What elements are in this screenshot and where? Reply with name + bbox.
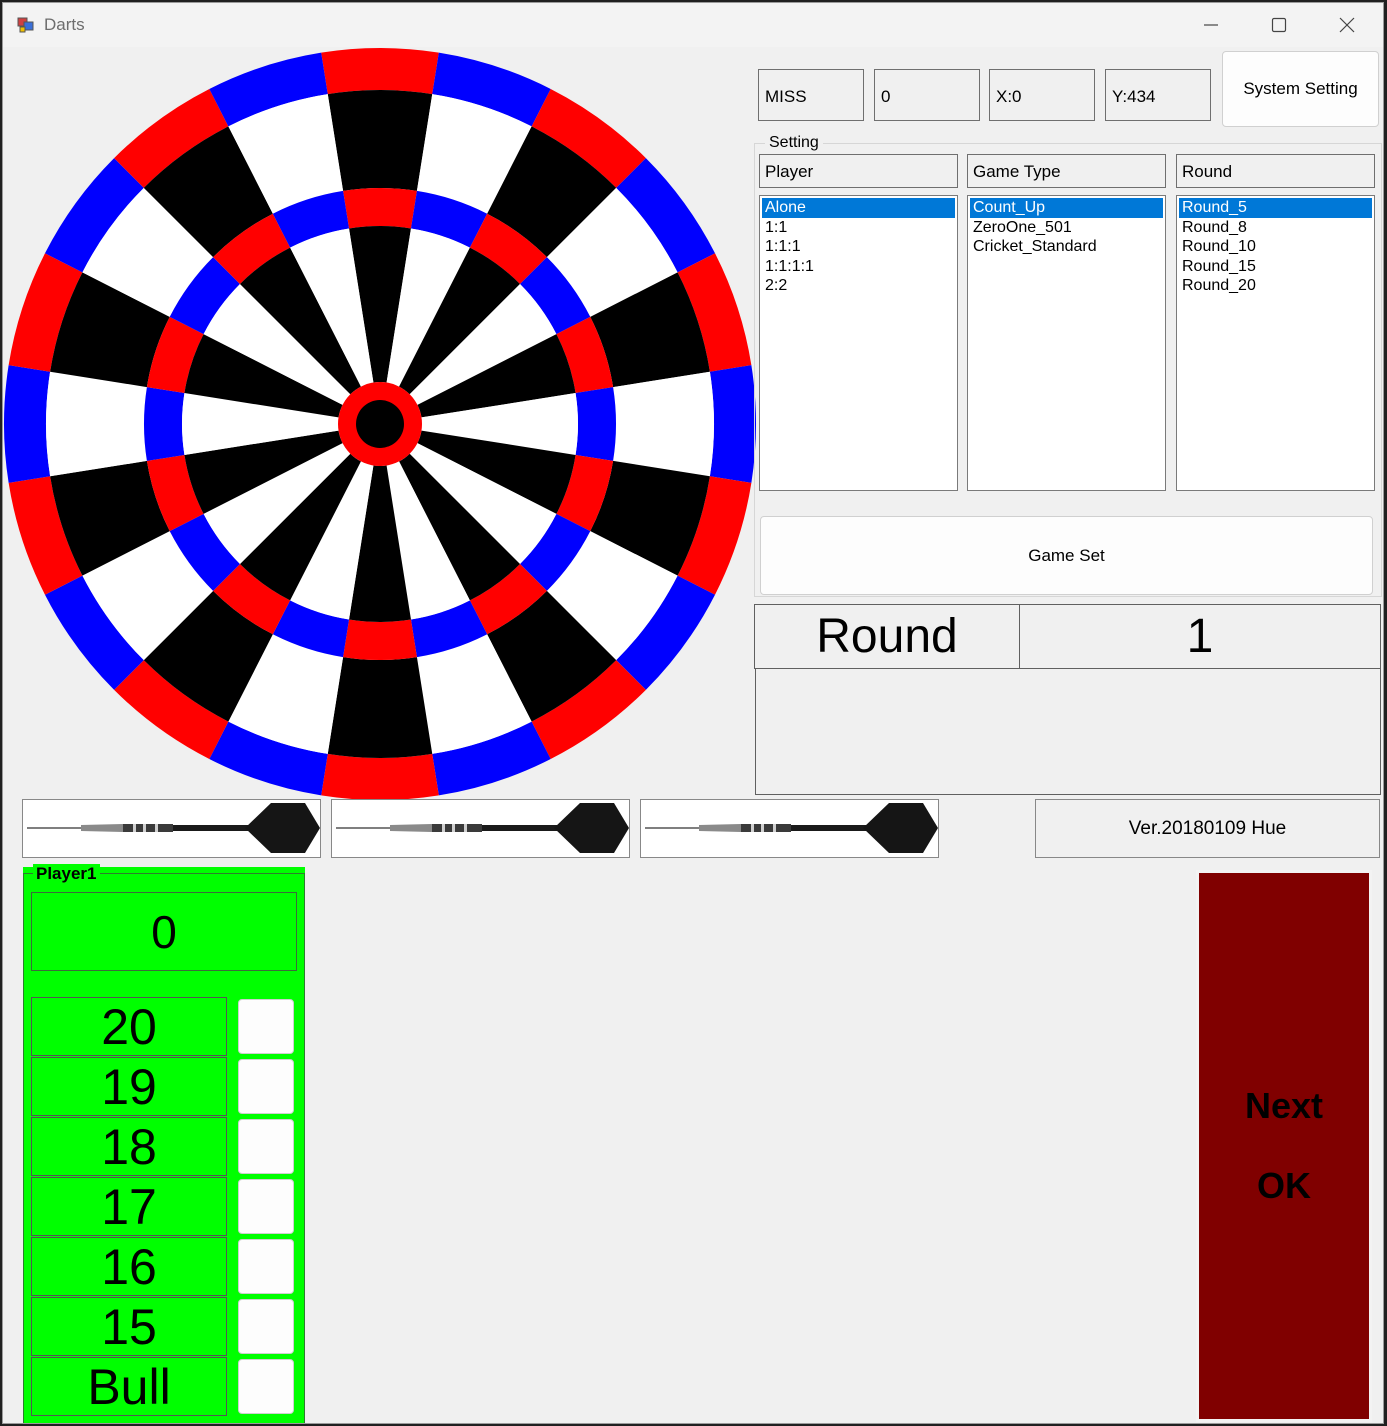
dartboard[interactable] [3, 47, 757, 801]
x-coordinate-field: X:0 [989, 69, 1095, 121]
target-row-16: 16 [31, 1237, 227, 1296]
mark-box-15[interactable] [238, 1299, 294, 1354]
double-ring-11[interactable] [3, 365, 51, 483]
triple-ring-6[interactable] [575, 387, 616, 461]
mark-box-17[interactable] [238, 1179, 294, 1234]
double-ring-6[interactable] [709, 365, 756, 483]
player-score: 0 [31, 892, 297, 971]
round-listbox[interactable]: Round_5 Round_8 Round_10 Round_15 Round_… [1176, 195, 1375, 491]
game-type-listbox[interactable]: Count_Up ZeroOne_501 Cricket_Standard [967, 195, 1166, 491]
round-number: 1 [1019, 604, 1381, 669]
close-button[interactable] [1313, 3, 1381, 47]
message-area [755, 668, 1381, 795]
list-item[interactable]: Round_10 [1179, 237, 1372, 257]
game-set-button[interactable]: Game Set [760, 516, 1373, 595]
ok-label: OK [1257, 1165, 1311, 1206]
list-item[interactable]: Round_20 [1179, 276, 1372, 296]
list-item[interactable]: Count_Up [970, 198, 1163, 218]
target-row-17: 17 [31, 1177, 227, 1236]
list-item[interactable]: Alone [762, 198, 955, 218]
setting-group-label: Setting [765, 134, 823, 152]
minimize-icon [1204, 24, 1218, 26]
list-item[interactable]: Round_5 [1179, 198, 1372, 218]
outer-single-20[interactable] [327, 89, 433, 191]
dart-icon [645, 803, 938, 853]
list-item[interactable]: Round_8 [1179, 218, 1372, 238]
list-item[interactable]: Round_15 [1179, 257, 1372, 277]
player-name: Player1 [33, 864, 100, 884]
mark-box-19[interactable] [238, 1059, 294, 1114]
triple-ring-3[interactable] [343, 619, 417, 660]
list-item[interactable]: ZeroOne_501 [970, 218, 1163, 238]
dart-icon [336, 803, 629, 853]
next-label: Next [1244, 1085, 1324, 1126]
mark-box-16[interactable] [238, 1239, 294, 1294]
double-ring-3[interactable] [321, 753, 439, 800]
target-row-18: 18 [31, 1117, 227, 1176]
target-row-20: 20 [31, 997, 227, 1056]
mark-box-18[interactable] [238, 1119, 294, 1174]
outer-single-6[interactable] [613, 371, 714, 477]
minimize-button[interactable] [1177, 3, 1245, 47]
app-icon [17, 17, 34, 33]
close-icon [1339, 17, 1355, 33]
round-header: Round [1176, 154, 1375, 188]
player-panel: Player1 0 20 19 18 17 16 15 Bull [23, 864, 305, 1423]
outer-single-3[interactable] [327, 657, 433, 758]
target-row-bull: Bull [31, 1357, 227, 1416]
list-item[interactable]: 2:2 [762, 276, 955, 296]
list-item[interactable]: Cricket_Standard [970, 237, 1163, 257]
mark-box-bull[interactable] [238, 1359, 294, 1414]
target-row-19: 19 [31, 1057, 227, 1116]
mark-box-20[interactable] [238, 999, 294, 1054]
title-bar: Darts [3, 3, 1383, 47]
triple-ring-20[interactable] [343, 188, 417, 229]
window-title: Darts [44, 15, 85, 34]
outer-single-11[interactable] [45, 371, 147, 477]
y-coordinate-field: Y:434 [1105, 69, 1211, 121]
triple-ring-11[interactable] [144, 387, 185, 461]
player-header: Player [759, 154, 958, 188]
dart-slot-2 [331, 799, 630, 858]
game-type-header: Game Type [967, 154, 1166, 188]
list-item[interactable]: 1:1 [762, 218, 955, 238]
maximize-button[interactable] [1245, 3, 1313, 47]
target-row-15: 15 [31, 1297, 227, 1356]
version-label: Ver.20180109 Hue [1035, 799, 1380, 858]
app-window: Darts MISS 0 X:0 Y:434 System Setting Se… [2, 2, 1384, 1424]
dart-slot-3 [640, 799, 939, 858]
double-ring-20[interactable] [321, 47, 439, 95]
dart-slot-1 [22, 799, 321, 858]
maximize-icon [1271, 17, 1287, 33]
dart-icon [27, 803, 320, 853]
list-item[interactable]: 1:1:1:1 [762, 257, 955, 277]
hit-score-field: 0 [874, 69, 980, 121]
list-item[interactable]: 1:1:1 [762, 237, 955, 257]
inner-bull[interactable] [356, 400, 404, 448]
player-listbox[interactable]: Alone 1:1 1:1:1 1:1:1:1 2:2 [759, 195, 958, 491]
system-setting-button[interactable]: System Setting [1222, 51, 1379, 127]
round-label: Round [754, 604, 1020, 669]
next-ok-button[interactable]: Next OK [1196, 870, 1372, 1422]
hit-result-field: MISS [758, 69, 864, 121]
